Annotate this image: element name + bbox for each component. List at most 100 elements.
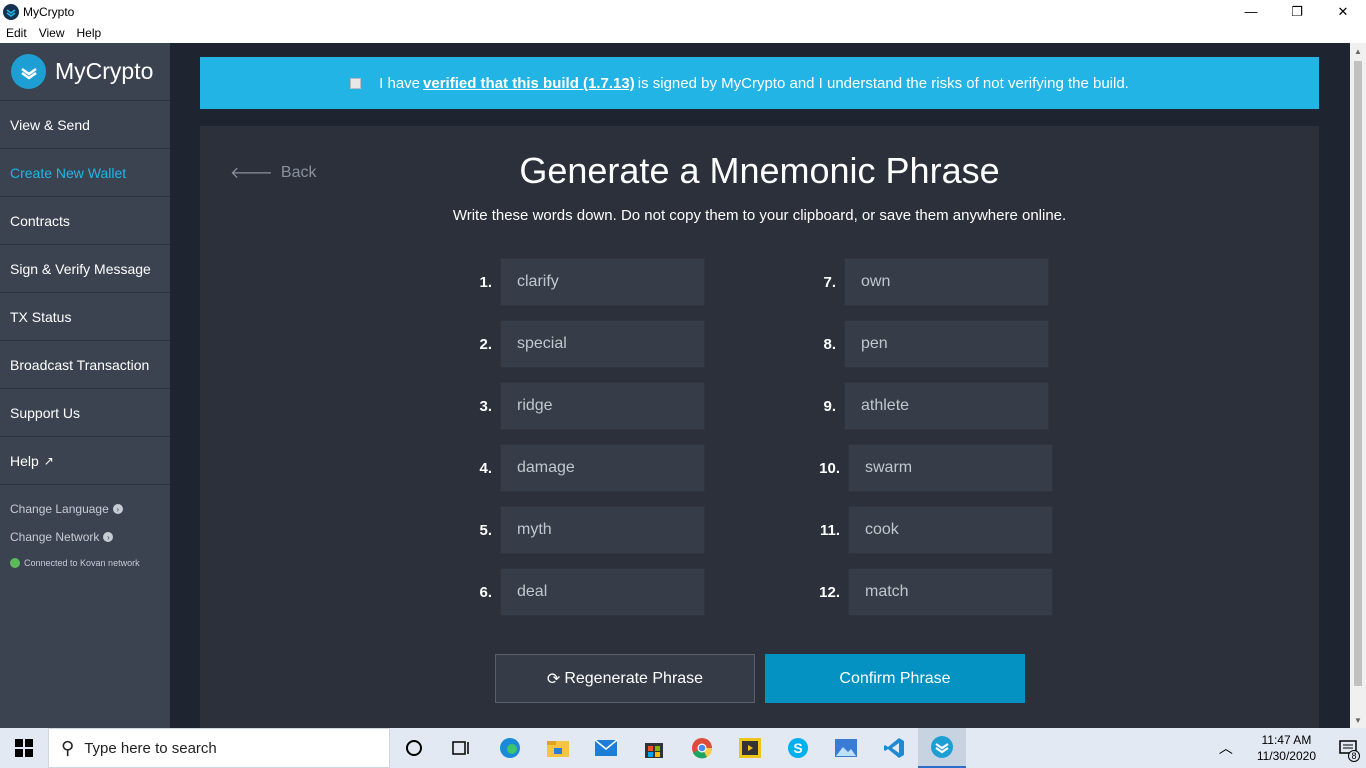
minimize-button[interactable]: — xyxy=(1228,0,1274,23)
word-number: 10. xyxy=(819,459,840,477)
word-field[interactable]: athlete xyxy=(844,382,1049,430)
scroll-down-icon[interactable]: ▼ xyxy=(1350,712,1366,728)
change-network-link[interactable]: Change Network › xyxy=(0,523,170,551)
word-number: 2. xyxy=(479,335,492,353)
word-number: 8. xyxy=(823,335,836,353)
word-field[interactable]: deal xyxy=(500,568,705,616)
word-row: 3. ridge xyxy=(470,382,705,430)
media-player-icon[interactable] xyxy=(726,728,774,768)
sidebar-item-tx-status[interactable]: TX Status xyxy=(0,293,170,341)
verification-banner: I have verified that this build (1.7.13)… xyxy=(200,57,1319,109)
search-icon: ⚲ xyxy=(61,737,75,758)
word-number: 1. xyxy=(479,273,492,291)
app-area: MyCrypto View & Send Create New Wallet C… xyxy=(0,43,1366,728)
sidebar-item-broadcast[interactable]: Broadcast Transaction xyxy=(0,341,170,389)
chrome-icon[interactable] xyxy=(678,728,726,768)
sidebar: MyCrypto View & Send Create New Wallet C… xyxy=(0,43,170,728)
notification-icon[interactable]: 8 xyxy=(1330,728,1366,768)
sidebar-item-label: View & Send xyxy=(10,116,90,133)
menu-help[interactable]: Help xyxy=(70,26,107,40)
sidebar-item-label: Sign & Verify Message xyxy=(10,260,151,277)
word-row: 7. own xyxy=(814,258,1049,306)
regenerate-phrase-button[interactable]: ⟳ Regenerate Phrase xyxy=(495,654,755,703)
sidebar-item-label: Create New Wallet xyxy=(10,164,127,181)
change-network-label: Change Network xyxy=(10,530,100,544)
mycrypto-taskbar-icon[interactable] xyxy=(918,728,966,768)
chevron-right-icon: › xyxy=(103,532,114,542)
mycrypto-logo-icon xyxy=(3,3,19,20)
sidebar-item-label: Help xyxy=(10,452,39,469)
change-language-link[interactable]: Change Language › xyxy=(0,495,170,523)
clock-date: 11/30/2020 xyxy=(1256,749,1316,763)
sidebar-item-contracts[interactable]: Contracts xyxy=(0,197,170,245)
windows-taskbar: ⚲ Type here to search S ︿ 11:47 AM 11/30… xyxy=(0,728,1366,768)
sidebar-logo[interactable]: MyCrypto xyxy=(0,43,170,101)
logo-text: MyCrypto xyxy=(55,58,154,84)
word-number: 6. xyxy=(479,583,492,601)
task-view-icon[interactable] xyxy=(438,728,486,768)
scroll-up-icon[interactable]: ▲ xyxy=(1350,43,1366,59)
external-link-icon: ↗ xyxy=(43,453,54,468)
word-row: 5. myth xyxy=(470,506,705,554)
mnemonic-panel: 🡐 Back Generate a Mnemonic Phrase Write … xyxy=(200,126,1319,728)
mail-icon[interactable] xyxy=(582,728,630,768)
word-field[interactable]: special xyxy=(500,320,705,368)
word-number: 7. xyxy=(823,273,836,291)
sidebar-item-support[interactable]: Support Us xyxy=(0,389,170,437)
close-button[interactable]: ✕ xyxy=(1320,0,1366,23)
menu-edit[interactable]: Edit xyxy=(0,26,33,40)
cortana-icon[interactable] xyxy=(390,728,438,768)
sidebar-item-view-send[interactable]: View & Send xyxy=(0,101,170,149)
word-field[interactable]: clarify xyxy=(500,258,705,306)
photos-icon[interactable] xyxy=(822,728,870,768)
vertical-scrollbar[interactable]: ▲ ▼ xyxy=(1350,43,1366,728)
search-placeholder: Type here to search xyxy=(84,739,217,757)
network-status: Connected to Kovan network xyxy=(0,555,170,571)
confirm-label: Confirm Phrase xyxy=(839,669,951,687)
banner-prefix: I have xyxy=(379,74,421,92)
sidebar-item-label: Support Us xyxy=(10,404,81,421)
page-title: Generate a Mnemonic Phrase xyxy=(519,150,1000,191)
change-language-label: Change Language xyxy=(10,502,109,516)
skype-icon[interactable]: S xyxy=(774,728,822,768)
file-explorer-icon[interactable] xyxy=(534,728,582,768)
scroll-thumb[interactable] xyxy=(1354,61,1362,686)
confirm-phrase-button[interactable]: Confirm Phrase xyxy=(765,654,1025,703)
mycrypto-logo-icon xyxy=(11,54,46,89)
taskbar-search-input[interactable]: ⚲ Type here to search xyxy=(48,728,390,768)
word-number: 9. xyxy=(823,397,836,415)
menu-view[interactable]: View xyxy=(33,26,71,40)
word-row: 4. damage xyxy=(470,444,705,492)
word-number: 4. xyxy=(479,459,492,477)
restore-button[interactable]: ❐ xyxy=(1274,0,1320,23)
word-number: 5. xyxy=(479,521,492,539)
word-number: 11. xyxy=(819,521,840,539)
system-clock[interactable]: 11:47 AM 11/30/2020 xyxy=(1257,732,1316,764)
chevron-up-icon[interactable]: ︿ xyxy=(1219,738,1233,758)
verify-build-link[interactable]: verified that this build (1.7.13) xyxy=(423,75,635,92)
windows-start-icon[interactable] xyxy=(0,728,48,768)
word-field[interactable]: myth xyxy=(500,506,705,554)
word-field[interactable]: damage xyxy=(500,444,705,492)
word-field[interactable]: cook xyxy=(848,506,1053,554)
verify-checkbox[interactable] xyxy=(350,77,362,89)
notification-count: 8 xyxy=(1348,750,1360,762)
sidebar-item-label: Contracts xyxy=(10,212,70,229)
word-row: 6. deal xyxy=(470,568,705,616)
word-field[interactable]: own xyxy=(844,258,1049,306)
word-field[interactable]: match xyxy=(848,568,1053,616)
word-field[interactable]: swarm xyxy=(848,444,1053,492)
edge-browser-icon[interactable] xyxy=(486,728,534,768)
word-number: 12. xyxy=(819,583,840,601)
word-field[interactable]: ridge xyxy=(500,382,705,430)
regenerate-label: Regenerate Phrase xyxy=(564,669,704,687)
vscode-icon[interactable] xyxy=(870,728,918,768)
word-row: 1. clarify xyxy=(470,258,705,306)
sidebar-item-create-new-wallet[interactable]: Create New Wallet xyxy=(0,149,170,197)
sidebar-item-label: Broadcast Transaction xyxy=(10,356,150,373)
sidebar-item-sign-verify[interactable]: Sign & Verify Message xyxy=(0,245,170,293)
menu-bar: Edit View Help xyxy=(0,23,1366,43)
word-field[interactable]: pen xyxy=(844,320,1049,368)
sidebar-item-help[interactable]: Help ↗ xyxy=(0,437,170,485)
store-icon[interactable] xyxy=(630,728,678,768)
